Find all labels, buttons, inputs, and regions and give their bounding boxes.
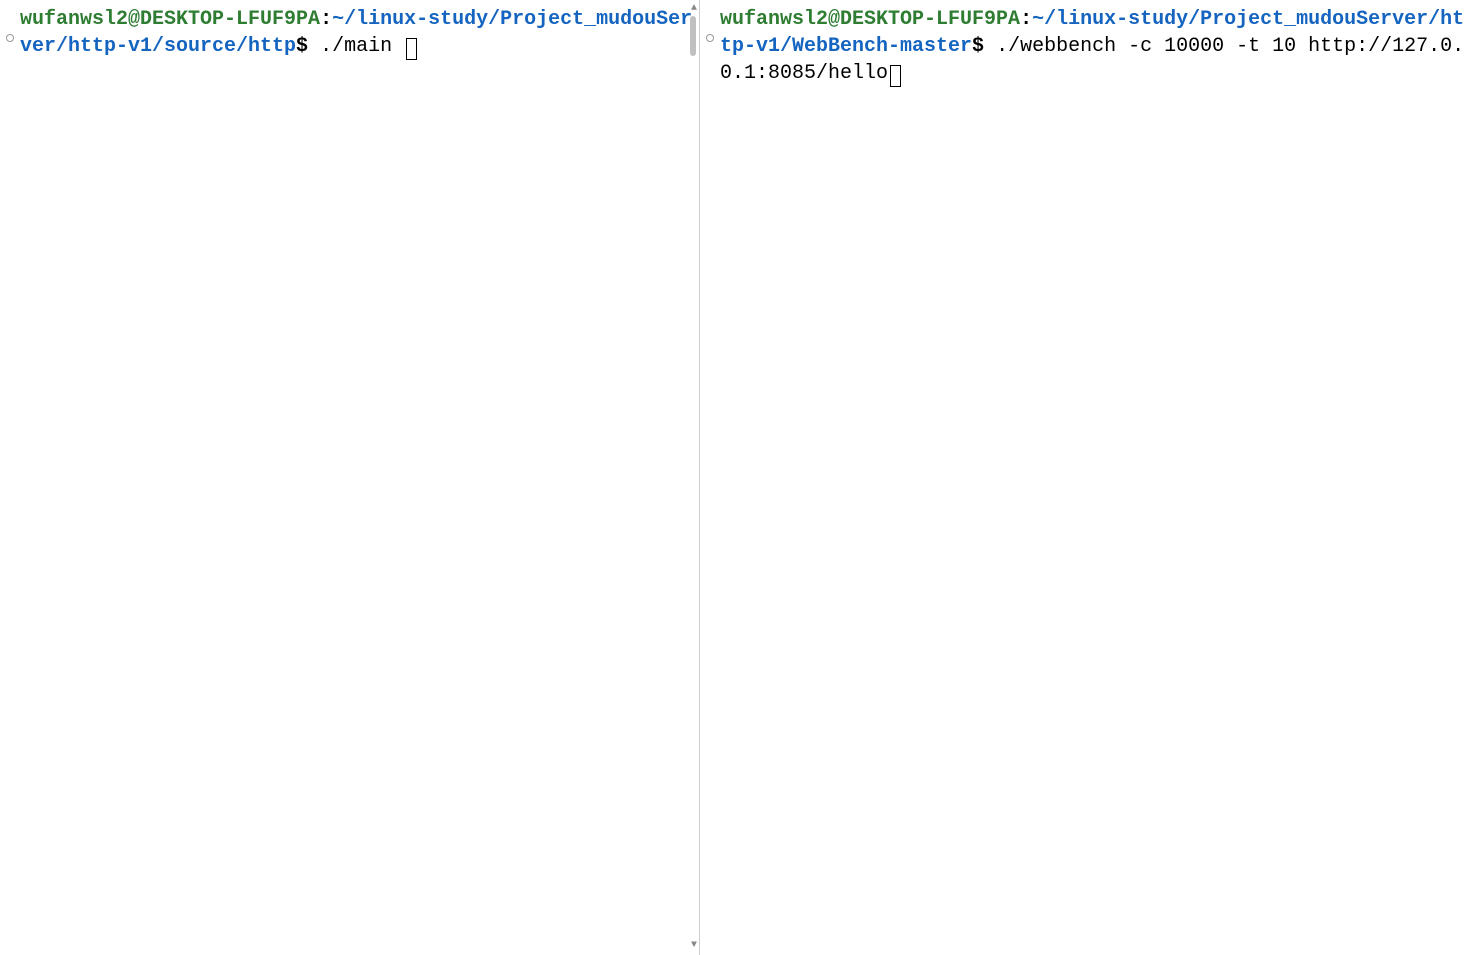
cursor-icon (890, 65, 901, 87)
terminal-pane-left[interactable]: wufanwsl2@DESKTOP-LFUF9PA:~/linux-study/… (0, 0, 700, 955)
prompt-user-host: wufanwsl2@DESKTOP-LFUF9PA (20, 8, 320, 31)
scroll-up-icon[interactable]: ▲ (691, 4, 697, 14)
terminal-content-right[interactable]: wufanwsl2@DESKTOP-LFUF9PA:~/linux-study/… (700, 0, 1470, 93)
prompt-dollar: $ (296, 35, 308, 58)
cursor-icon (406, 38, 417, 60)
scrollbar-left[interactable]: ▲ ▼ (685, 0, 699, 955)
scrollbar-thumb[interactable] (690, 16, 696, 56)
modified-indicator-icon (706, 34, 714, 42)
command-text: ./main (308, 35, 404, 58)
gutter-left (0, 0, 20, 955)
gutter-right (700, 0, 720, 955)
terminal-content-left[interactable]: wufanwsl2@DESKTOP-LFUF9PA:~/linux-study/… (0, 0, 699, 66)
terminal-pane-right[interactable]: wufanwsl2@DESKTOP-LFUF9PA:~/linux-study/… (700, 0, 1470, 955)
prompt-colon: : (320, 8, 332, 31)
prompt-user-host: wufanwsl2@DESKTOP-LFUF9PA (720, 8, 1020, 31)
prompt-colon: : (1020, 8, 1032, 31)
scroll-down-icon[interactable]: ▼ (691, 941, 697, 951)
prompt-dollar: $ (972, 35, 984, 58)
modified-indicator-icon (6, 34, 14, 42)
